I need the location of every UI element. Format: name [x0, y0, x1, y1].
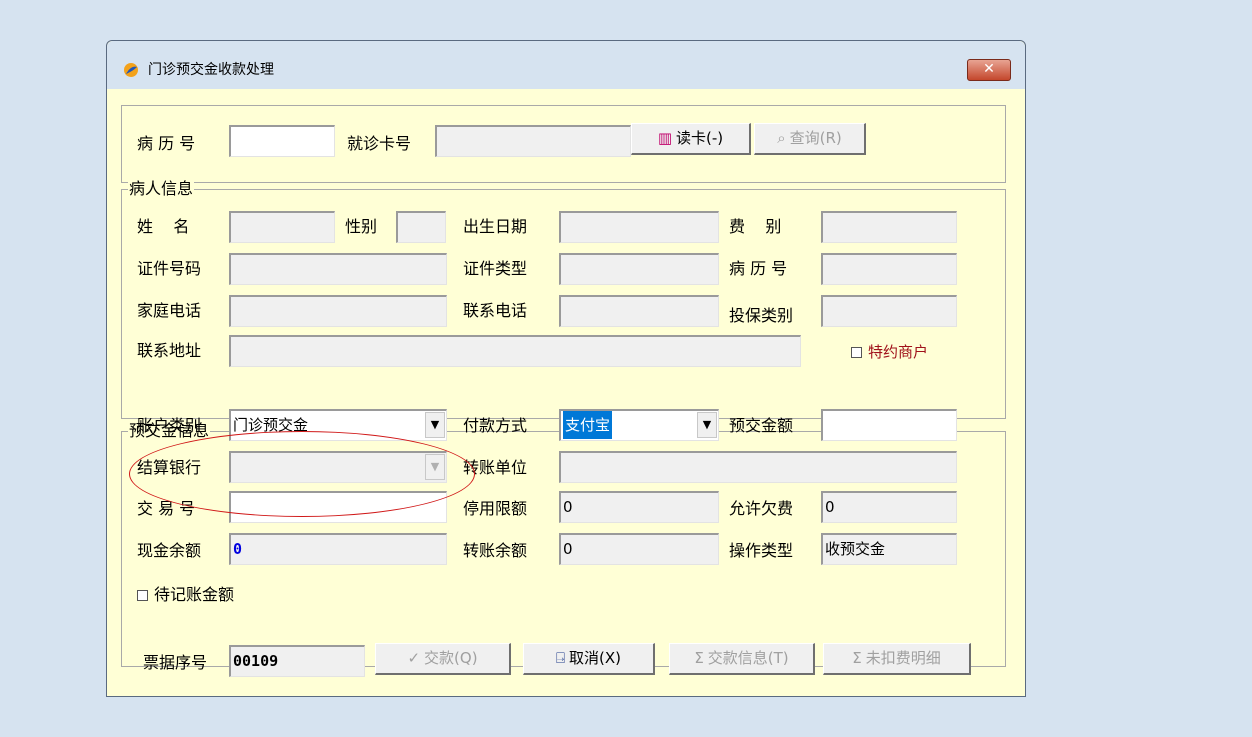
- transfer-balance-value: 0: [559, 533, 719, 565]
- payment-method-label: 付款方式: [463, 416, 528, 435]
- settle-bank-dropdown-icon[interactable]: ▼: [425, 454, 445, 480]
- account-type-label: 账户类别: [137, 416, 202, 435]
- allow-arrears-label: 允许欠费: [729, 499, 794, 518]
- home-phone-input[interactable]: [229, 295, 447, 327]
- record-no-label: 病 历 号: [137, 134, 196, 153]
- patient-record-no-input[interactable]: [821, 253, 957, 285]
- card-no-label: 就诊卡号: [347, 134, 412, 153]
- close-button[interactable]: ✕: [967, 59, 1011, 81]
- close-icon: ✕: [983, 61, 995, 77]
- patient-info-title: 病人信息: [128, 179, 195, 199]
- payment-method-select[interactable]: 支付宝 ▼: [559, 409, 719, 441]
- operation-type-label: 操作类型: [729, 541, 794, 560]
- id-no-input[interactable]: [229, 253, 447, 285]
- contact-phone-label: 联系电话: [463, 301, 528, 320]
- read-card-button[interactable]: ▥ 读卡(-): [631, 123, 751, 155]
- transfer-unit-input[interactable]: [559, 451, 957, 483]
- home-phone-label: 家庭电话: [137, 301, 202, 320]
- card-no-input[interactable]: [435, 125, 631, 157]
- query-button[interactable]: ⌕ 查询(R): [754, 123, 866, 155]
- query-label: 查询(R): [789, 129, 842, 147]
- name-label: 姓 名: [137, 217, 190, 236]
- client-area: 病 历 号 就诊卡号 ▥ 读卡(-) ⌕ 查询(R) 病人信息 姓 名 性别 出生日…: [107, 89, 1025, 696]
- unpaid-detail-button[interactable]: Σ 未扣费明细: [823, 643, 971, 675]
- stop-limit-label: 停用限额: [463, 499, 528, 518]
- settle-bank-select[interactable]: ▼: [229, 451, 447, 483]
- name-input[interactable]: [229, 211, 335, 243]
- address-label: 联系地址: [137, 341, 202, 360]
- settle-bank-label: 结算银行: [137, 458, 202, 477]
- trade-no-label: 交 易 号: [137, 499, 196, 518]
- contact-phone-input[interactable]: [559, 295, 719, 327]
- fee-type-input[interactable]: [821, 211, 957, 243]
- allow-arrears-input[interactable]: 0: [821, 491, 957, 523]
- read-card-label: 读卡(-): [676, 129, 724, 147]
- id-no-label: 证件号码: [137, 259, 202, 278]
- receipt-no-label: 票据序号: [143, 653, 208, 672]
- trade-no-input[interactable]: [229, 491, 447, 523]
- fee-type-label: 费 别: [729, 217, 782, 236]
- pending-amount-label: 待记账金额: [154, 585, 235, 604]
- special-merchant-label: 特约商户: [868, 343, 929, 361]
- id-type-input[interactable]: [559, 253, 719, 285]
- patient-record-no-label: 病 历 号: [729, 259, 788, 278]
- receipt-no-value: 00109: [229, 645, 365, 677]
- pay-label: 交款(Q): [424, 649, 478, 667]
- stop-limit-input[interactable]: 0: [559, 491, 719, 523]
- pending-amount-checkbox[interactable]: 待记账金额: [137, 585, 234, 605]
- gender-input[interactable]: [396, 211, 446, 243]
- unpaid-detail-label: 未扣费明细: [865, 649, 941, 667]
- exit-door-icon: ⍈: [556, 649, 566, 667]
- pay-button[interactable]: ✓ 交款(Q): [375, 643, 511, 675]
- birth-label: 出生日期: [463, 217, 528, 236]
- payment-method-dropdown-icon[interactable]: ▼: [697, 412, 717, 438]
- gender-label: 性别: [345, 217, 378, 236]
- cash-balance-value: 0: [229, 533, 447, 565]
- window-title: 门诊预交金收款处理: [148, 62, 274, 78]
- sigma-icon: Σ: [694, 649, 704, 667]
- insurance-type-input[interactable]: [821, 295, 957, 327]
- pay-info-button[interactable]: Σ 交款信息(T): [669, 643, 815, 675]
- address-input[interactable]: [229, 335, 801, 367]
- cash-balance-label: 现金余额: [137, 541, 202, 560]
- deposit-amount-input[interactable]: [821, 409, 957, 441]
- card-reader-icon: ▥: [657, 129, 673, 147]
- pending-amount-check-icon: [137, 590, 148, 601]
- deposit-amount-label: 预交金额: [729, 416, 794, 435]
- id-type-label: 证件类型: [463, 259, 528, 278]
- record-no-input[interactable]: [229, 125, 335, 157]
- payment-method-value: 支付宝: [563, 411, 613, 439]
- special-merchant-checkbox[interactable]: 特约商户: [851, 342, 928, 362]
- check-icon: ✓: [407, 649, 421, 667]
- account-type-select[interactable]: 门诊预交金 ▼: [229, 409, 447, 441]
- account-type-dropdown-icon[interactable]: ▼: [425, 412, 445, 438]
- title-bar: 门诊预交金收款处理 ✕: [107, 41, 1025, 89]
- cancel-button[interactable]: ⍈ 取消(X): [523, 643, 655, 675]
- birth-input[interactable]: [559, 211, 719, 243]
- deposit-window: 门诊预交金收款处理 ✕ 病 历 号 就诊卡号 ▥ 读卡(-) ⌕ 查询(R) 病人信…: [106, 40, 1026, 697]
- operation-type-value: 收预交金: [821, 533, 957, 565]
- binoculars-icon: ⌕: [777, 129, 786, 147]
- account-type-value: 门诊预交金: [233, 416, 309, 434]
- cancel-label: 取消(X): [569, 649, 621, 667]
- insurance-type-label: 投保类别: [729, 306, 794, 325]
- pay-info-label: 交款信息(T): [707, 649, 789, 667]
- sigma-icon: Σ: [852, 649, 862, 667]
- transfer-unit-label: 转账单位: [463, 458, 528, 477]
- special-merchant-check-icon: [851, 347, 862, 358]
- app-logo-icon: [124, 63, 138, 77]
- transfer-balance-label: 转账余额: [463, 541, 528, 560]
